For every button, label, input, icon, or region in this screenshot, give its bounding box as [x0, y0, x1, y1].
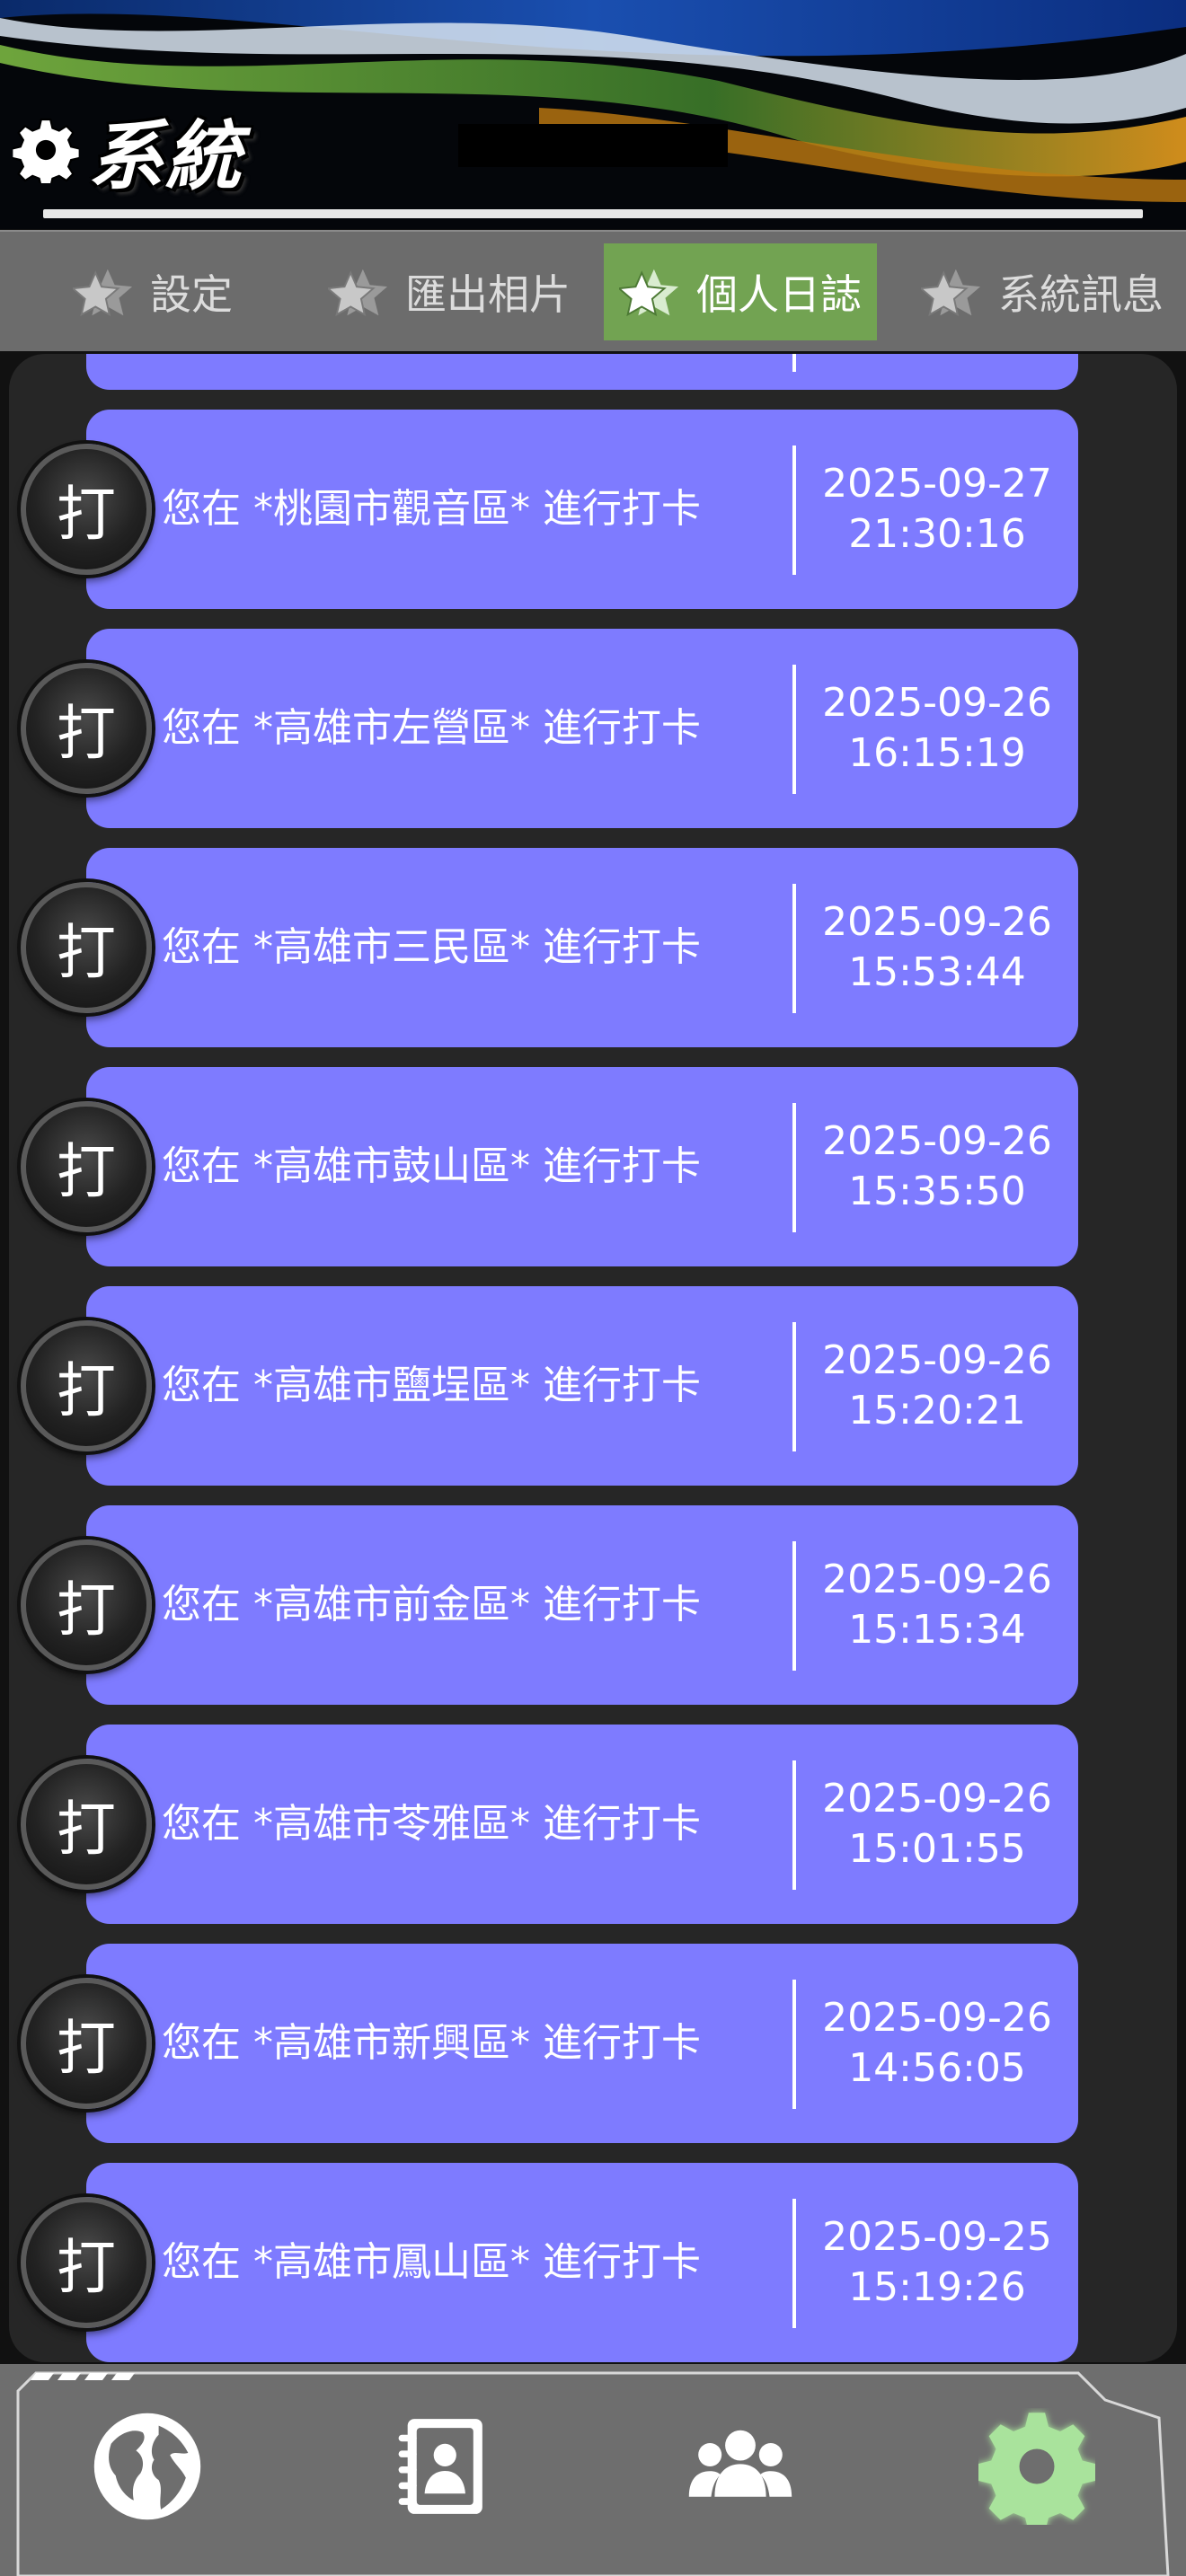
nav-system-button[interactable]	[974, 2404, 1100, 2529]
globe-icon	[93, 2413, 201, 2520]
entry-time: 15:20:21	[848, 1388, 1026, 1434]
entry-timestamp: 2025-09-27 21:30:16	[796, 410, 1078, 609]
bottom-navigation	[0, 2364, 1186, 2576]
entry-timestamp: 2025-09-26 14:56:05	[796, 1944, 1078, 2143]
entry-time: 21:30:16	[848, 511, 1026, 557]
entry-time: 16:15:19	[848, 730, 1026, 776]
entry-date: 2025-09-26	[822, 899, 1052, 945]
log-entry[interactable]: 您在 *高雄市左營區* 進行打卡 2025-09-26 16:15:19	[86, 629, 1078, 828]
entry-time: 15:19:26	[848, 2264, 1026, 2310]
group-icon	[688, 2430, 792, 2497]
header-title-group: 系統	[13, 101, 243, 200]
checkin-badge: 打	[21, 882, 152, 1013]
log-entry[interactable]: 您在 *高雄市鹽埕區* 進行打卡 2025-09-26 15:20:21	[86, 1286, 1078, 1486]
tab-export-photos[interactable]: 匯出相片	[305, 243, 593, 340]
log-entry[interactable]: 您在 *高雄市鼓山區* 進行打卡 2025-09-26 15:35:50	[86, 1067, 1078, 1266]
log-entry[interactable]: 您在 *高雄市三民區* 進行打卡 2025-09-26 15:53:44	[86, 848, 1078, 1047]
log-entry[interactable]: 您在 *高雄市苓雅區* 進行打卡 2025-09-26 15:01:55	[86, 1725, 1078, 1924]
entry-time: 15:53:44	[848, 949, 1026, 995]
entry-timestamp: 2025-09-26 15:15:34	[796, 1505, 1078, 1705]
entry-timestamp: 2025-09-26 15:53:44	[796, 848, 1078, 1047]
tab-settings[interactable]: 設定	[18, 243, 288, 340]
entry-date: 2025-09-26	[822, 1776, 1052, 1822]
tab-label: 個人日誌	[696, 270, 862, 319]
entry-date: 2025-09-26	[822, 1995, 1052, 2041]
checkin-badge: 打	[21, 1101, 152, 1232]
log-entry[interactable]: 您在 *高雄市鳳山區* 進行打卡 2025-09-25 15:19:26	[86, 2163, 1078, 2362]
tab-bar: 設定 匯出相片 個人日誌 系統訊息	[0, 230, 1186, 351]
checkin-badge: 打	[21, 1759, 152, 1890]
entry-time: 14:56:05	[848, 2045, 1026, 2091]
header-divider	[43, 209, 1143, 218]
gear-icon	[978, 2413, 1095, 2525]
entry-date: 2025-09-26	[822, 1118, 1052, 1164]
log-entry[interactable]: 您在 *高雄市前金區* 進行打卡 2025-09-26 15:15:34	[86, 1505, 1078, 1705]
redacted-area	[458, 124, 728, 167]
entry-message: 您在 *桃園市觀音區* 進行打卡	[162, 486, 701, 532]
checkin-badge: 打	[21, 2197, 152, 2328]
app-header: 系統	[0, 0, 1186, 229]
entry-timestamp: 2025-09-26 15:35:50	[796, 1067, 1078, 1266]
checkin-badge: 打	[21, 1539, 152, 1671]
entry-message: 您在 *高雄市三民區* 進行打卡	[162, 924, 701, 970]
log-entry-partial	[86, 354, 1078, 390]
entry-message: 您在 *高雄市鼓山區* 進行打卡	[162, 1143, 701, 1189]
entry-time: 15:15:34	[848, 1607, 1026, 1653]
contacts-book-icon	[398, 2419, 482, 2514]
entry-time: 15:01:55	[848, 1826, 1026, 1872]
checkin-badge: 打	[21, 444, 152, 575]
tab-personal-log[interactable]: 個人日誌	[604, 243, 877, 340]
entry-message: 您在 *高雄市前金區* 進行打卡	[162, 1582, 701, 1628]
star-icon	[619, 269, 679, 317]
entry-time: 15:35:50	[848, 1169, 1026, 1214]
star-icon	[921, 269, 981, 317]
tab-label: 系統訊息	[998, 270, 1164, 319]
log-entry[interactable]: 您在 *桃園市觀音區* 進行打卡 2025-09-27 21:30:16	[86, 410, 1078, 609]
entry-timestamp: 2025-09-26 16:15:19	[796, 629, 1078, 828]
nav-contacts-button[interactable]	[381, 2404, 507, 2529]
nav-map-button[interactable]	[84, 2404, 210, 2529]
tab-system-messages[interactable]: 系統訊息	[898, 243, 1186, 340]
entry-date: 2025-09-27	[822, 461, 1052, 507]
personal-log-list[interactable]: 您在 *桃園市觀音區* 進行打卡 2025-09-27 21:30:16 打 您…	[9, 354, 1177, 2362]
gear-icon	[13, 118, 79, 183]
checkin-badge: 打	[21, 1320, 152, 1451]
log-entry[interactable]: 您在 *高雄市新興區* 進行打卡 2025-09-26 14:56:05	[86, 1944, 1078, 2143]
entry-date: 2025-09-26	[822, 1337, 1052, 1383]
tab-label: 設定	[150, 270, 233, 319]
entry-timestamp: 2025-09-26 15:01:55	[796, 1725, 1078, 1924]
checkin-badge: 打	[21, 1978, 152, 2109]
star-icon	[73, 269, 133, 317]
entry-divider	[792, 354, 796, 372]
nav-friends-button[interactable]	[677, 2404, 803, 2529]
entry-timestamp: 2025-09-25 15:19:26	[796, 2163, 1078, 2362]
tab-label: 匯出相片	[405, 270, 571, 319]
entry-date: 2025-09-26	[822, 680, 1052, 726]
entry-timestamp: 2025-09-26 15:20:21	[796, 1286, 1078, 1486]
entry-message: 您在 *高雄市新興區* 進行打卡	[162, 2020, 701, 2066]
star-icon	[328, 269, 388, 317]
page-title: 系統	[88, 111, 243, 200]
entry-message: 您在 *高雄市左營區* 進行打卡	[162, 705, 701, 751]
checkin-badge: 打	[21, 663, 152, 794]
entry-date: 2025-09-26	[822, 1557, 1052, 1602]
entry-date: 2025-09-25	[822, 2214, 1052, 2260]
entry-message: 您在 *高雄市鹽埕區* 進行打卡	[162, 1363, 701, 1408]
entry-message: 您在 *高雄市苓雅區* 進行打卡	[162, 1801, 701, 1847]
entry-message: 您在 *高雄市鳳山區* 進行打卡	[162, 2239, 701, 2285]
